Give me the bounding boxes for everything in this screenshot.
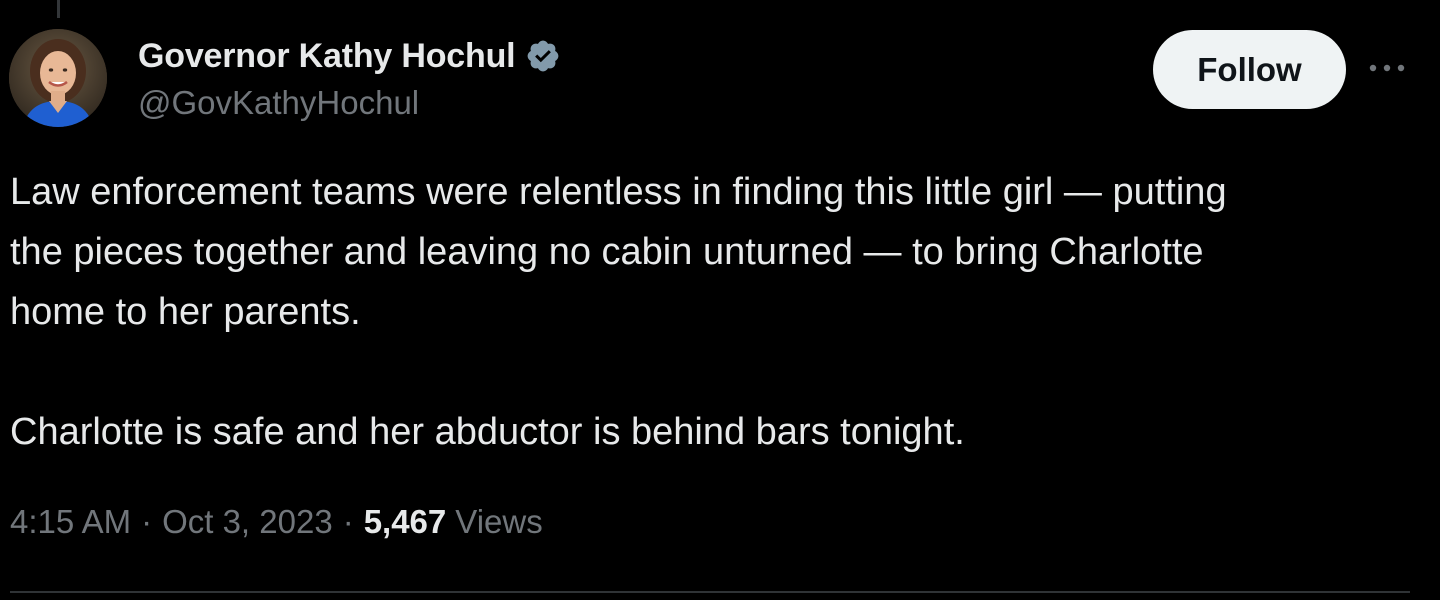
- tweet-date[interactable]: Oct 3, 2023: [162, 503, 333, 541]
- author-handle[interactable]: @GovKathyHochul: [138, 84, 419, 122]
- divider: [10, 591, 1410, 593]
- tweet-time[interactable]: 4:15 AM: [10, 503, 131, 541]
- tweet-text-line: Law enforcement teams were relentless in…: [10, 171, 1227, 213]
- avatar-photo: [9, 29, 107, 127]
- more-options-icon[interactable]: [1365, 52, 1409, 84]
- tweet-text-line: the pieces together and leaving no cabin…: [10, 231, 1204, 273]
- verified-badge-icon[interactable]: [525, 38, 561, 74]
- author-display-name[interactable]: Governor Kathy Hochul: [138, 37, 516, 76]
- meta-separator: ·: [342, 503, 354, 540]
- meta-separator: ·: [141, 503, 153, 540]
- views-count[interactable]: 5,467: [364, 503, 447, 541]
- tweet-metadata: 4:15 AM · Oct 3, 2023 · 5,467 Views: [10, 503, 543, 541]
- author-name-row: Governor Kathy Hochul: [138, 34, 561, 78]
- views-label[interactable]: Views: [455, 503, 542, 541]
- paragraph-break: [10, 342, 1430, 402]
- tweet-text-line: Charlotte is safe and her abductor is be…: [10, 411, 965, 453]
- follow-button[interactable]: Follow: [1153, 30, 1346, 109]
- tweet-text-line: home to her parents.: [10, 291, 361, 333]
- avatar[interactable]: [9, 29, 107, 127]
- thread-connector-line: [57, 0, 60, 18]
- tweet-text: Law enforcement teams were relentless in…: [10, 162, 1430, 462]
